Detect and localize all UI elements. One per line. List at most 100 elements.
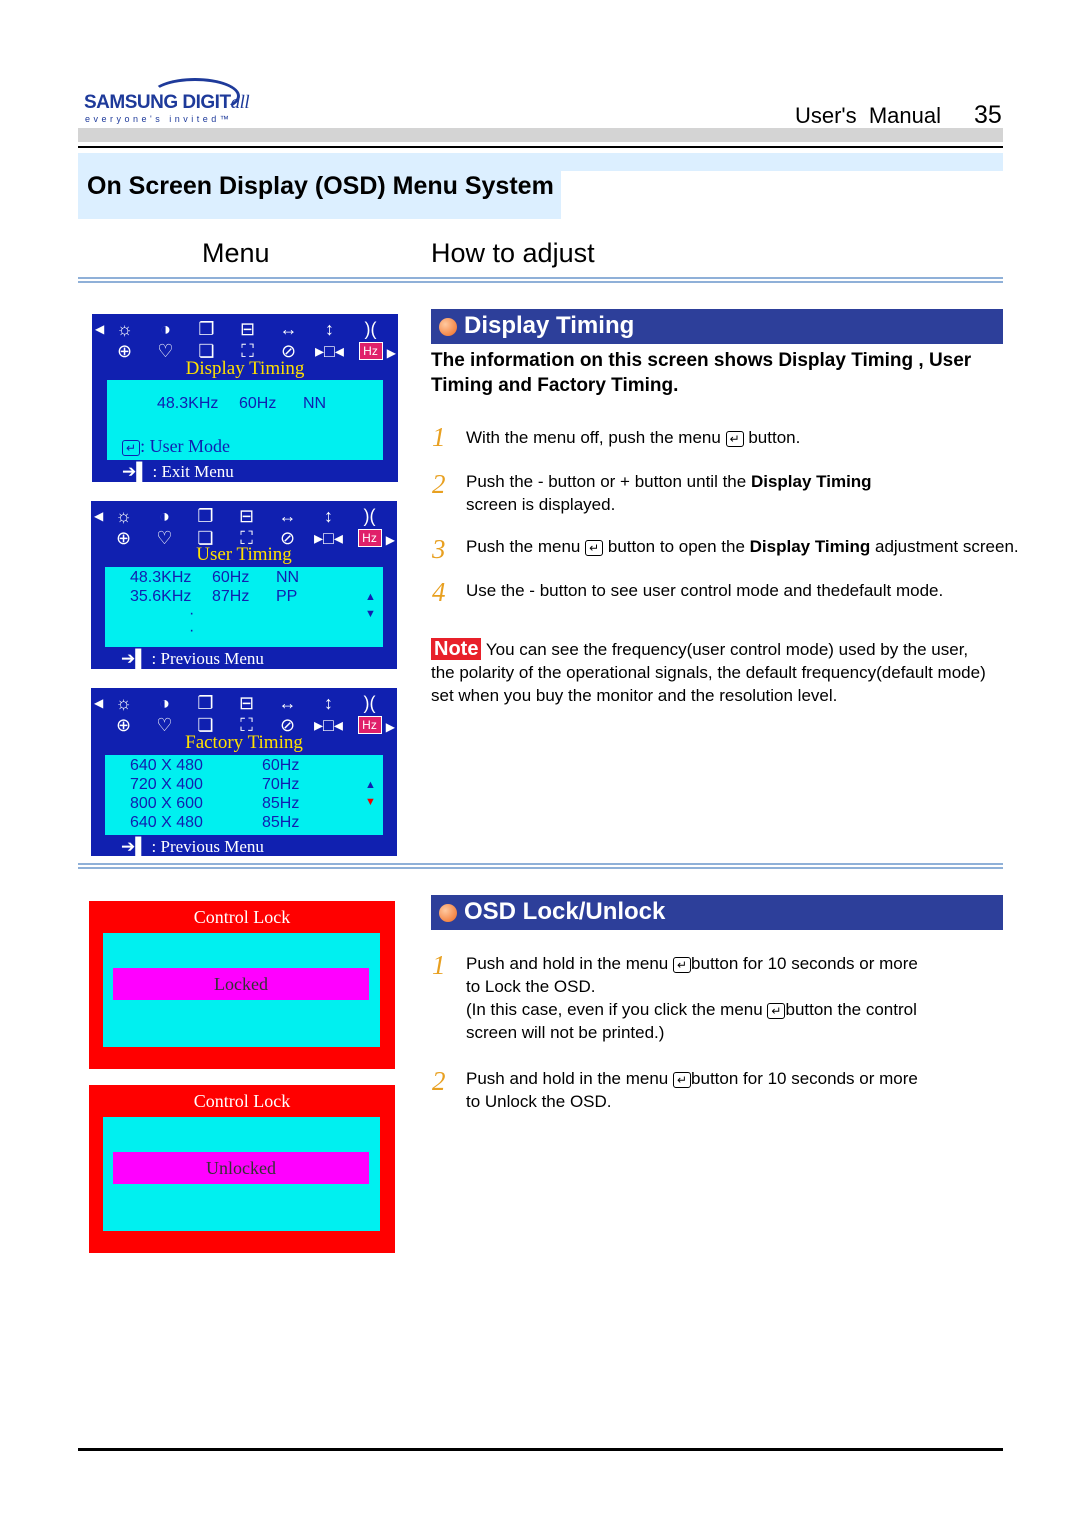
cell: PP bbox=[276, 588, 298, 605]
step-number: 4 bbox=[432, 577, 446, 607]
intro: The information on this screen shows Dis… bbox=[431, 350, 972, 396]
logo-tagline: everyone's invited™ bbox=[85, 114, 233, 124]
cell: 87Hz bbox=[212, 588, 250, 605]
exit-label: : Exit Menu bbox=[152, 462, 234, 481]
cell: 640 X 480 bbox=[130, 814, 203, 831]
divider bbox=[78, 146, 1003, 148]
osd-content: 640 X 480 60Hz 720 X 400 70Hz 800 X 600 … bbox=[105, 755, 383, 835]
bullet-icon bbox=[439, 318, 457, 336]
contrast-icon[interactable]: ◑ bbox=[144, 505, 185, 527]
osd-icon-grid: ☼ ◑ ❐ ⊟ ↔ ↕)(⊕ ♡ ❏ ⛶ ⊘ ▸□◂ Hz bbox=[103, 505, 393, 549]
position-icon[interactable]: ❐ bbox=[185, 505, 226, 527]
pincushion-icon[interactable]: )( bbox=[350, 318, 391, 340]
size-icon[interactable]: ⊟ bbox=[227, 318, 268, 340]
dot: · bbox=[189, 622, 195, 639]
user-mode-label: : User Mode bbox=[140, 436, 231, 456]
h-size-icon[interactable]: ↔ bbox=[267, 505, 308, 527]
step-text: Push the - button or + button until the bbox=[466, 472, 751, 491]
note-text: set when you buy the monitor and the res… bbox=[431, 686, 838, 705]
cell: 800 X 600 bbox=[130, 795, 203, 812]
section-title: Display Timing bbox=[464, 312, 635, 339]
step-text: (In this case, even if you click the men… bbox=[466, 1000, 768, 1019]
brightness-icon[interactable]: ☼ bbox=[103, 692, 144, 714]
exit-icon: ➔▌ bbox=[121, 649, 148, 668]
left-arrow-icon: ◀ bbox=[94, 696, 104, 710]
contrast-icon[interactable]: ◑ bbox=[145, 318, 186, 340]
step-text: button. bbox=[743, 428, 801, 447]
position-icon[interactable]: ❐ bbox=[185, 692, 226, 714]
pincushion-icon[interactable]: )( bbox=[349, 505, 390, 527]
osd-title: Display Timing bbox=[185, 358, 305, 379]
page-title: On Screen Display (OSD) Menu System bbox=[87, 172, 554, 200]
control-lock-locked: Control Lock Locked bbox=[89, 901, 395, 1069]
cell: 720 X 400 bbox=[130, 776, 203, 793]
step-text: button the control bbox=[785, 1000, 917, 1019]
scroll-arrows-icon[interactable]: ▲ ▼ bbox=[365, 777, 376, 811]
left-arrow-icon: ◀ bbox=[94, 509, 104, 523]
cell: 60Hz bbox=[262, 757, 300, 774]
step-number: 2 bbox=[432, 469, 446, 499]
step-number: 2 bbox=[432, 1066, 446, 1096]
section-display-timing: Display Timing bbox=[431, 309, 1003, 344]
size-icon[interactable]: ⊟ bbox=[226, 505, 267, 527]
step-number: 3 bbox=[432, 534, 446, 564]
cell: 85Hz bbox=[262, 814, 300, 831]
step-number: 1 bbox=[432, 950, 446, 980]
pincushion-icon[interactable]: )( bbox=[349, 692, 390, 714]
bullet-icon bbox=[439, 904, 457, 922]
step-text: button to open the bbox=[603, 537, 750, 556]
step-text: With the menu off, push the menu bbox=[466, 428, 726, 447]
step-text: button for 10 seconds or more bbox=[691, 1069, 918, 1088]
step-bold: Display Timing bbox=[750, 472, 872, 491]
osd-title: User Timing bbox=[196, 544, 292, 565]
step-text: Push the menu bbox=[466, 537, 586, 556]
osd-icon-grid: ☼ ◑ ❐ ⊟ ↔ ↕)(⊕ ♡ ❏ ⛶ ⊘ ▸□◂ Hz bbox=[104, 318, 394, 362]
enter-key-icon: ↵ bbox=[122, 439, 141, 456]
cell: 640 X 480 bbox=[130, 757, 203, 774]
step-3: Push the menu ↵ button to open the Displ… bbox=[466, 535, 1019, 558]
header-bar bbox=[78, 128, 1003, 142]
lock-title: Control Lock bbox=[193, 1091, 291, 1111]
polarity: NN bbox=[303, 395, 327, 412]
contrast-icon[interactable]: ◑ bbox=[144, 692, 185, 714]
title-box-tab bbox=[561, 153, 1003, 171]
size-icon[interactable]: ⊟ bbox=[226, 692, 267, 714]
lock-step-1: Push and hold in the menu ↵ button for 10… bbox=[466, 952, 918, 1044]
divider bbox=[78, 277, 1003, 283]
step-bold: Display Timing bbox=[749, 537, 871, 556]
menu-key-icon: ↵ bbox=[585, 539, 604, 556]
step-text: screen is displayed. bbox=[466, 495, 616, 514]
osd-user-timing: ◀ ▶ ☼ ◑ ❐ ⊟ ↔ ↕)(⊕ ♡ ❏ ⛶ ⊘ ▸□◂ Hz User Timing 48.3KH… bbox=[91, 501, 397, 669]
lock-title: Control Lock bbox=[193, 907, 291, 927]
lock-state: Locked bbox=[113, 968, 369, 1000]
v-size-icon[interactable]: ↕ bbox=[308, 505, 349, 527]
note-text: the polarity of the operational signals,… bbox=[431, 663, 986, 682]
previous-menu-label: : Previous Menu bbox=[151, 649, 264, 668]
menu-key-icon: ↵ bbox=[672, 956, 692, 973]
exit-icon: ➔▌ bbox=[121, 837, 148, 856]
column-menu: Menu bbox=[202, 238, 270, 268]
osd-display-timing: ◀ ▶ ☼ ◑ ❐ ⊟ ↔ ↕)(⊕ ♡ ❏ ⛶ ⊘ ▸□◂ Hz Display Timing 48.… bbox=[92, 314, 398, 482]
step-4: Use the - button to see user control mod… bbox=[466, 581, 944, 600]
brightness-icon[interactable]: ☼ bbox=[103, 505, 144, 527]
scroll-arrows-icon[interactable]: ▲ ▼ bbox=[365, 589, 376, 623]
cell: 35.6KHz bbox=[130, 588, 192, 605]
control-lock-unlocked: Control Lock Unlocked bbox=[89, 1085, 395, 1253]
v-size-icon[interactable]: ↕ bbox=[308, 692, 349, 714]
v-size-icon[interactable]: ↕ bbox=[309, 318, 350, 340]
position-icon[interactable]: ❐ bbox=[186, 318, 227, 340]
step-1: With the menu off, push the menu ↵ butto… bbox=[466, 426, 800, 449]
step-text: Push and hold in the menu bbox=[466, 954, 673, 973]
cell: 60Hz bbox=[212, 569, 250, 586]
menu-key-icon: ↵ bbox=[725, 430, 744, 447]
cell: 70Hz bbox=[262, 776, 300, 793]
step-text: to Lock the OSD. bbox=[466, 977, 596, 996]
menu-key-icon: ↵ bbox=[767, 1002, 786, 1019]
osd-content: 48.3KHz 60Hz NN ↵: User Mode bbox=[107, 380, 383, 460]
brightness-icon[interactable]: ☼ bbox=[104, 318, 145, 340]
h-size-icon[interactable]: ↔ bbox=[268, 318, 309, 340]
cell: 48.3KHz bbox=[130, 569, 192, 586]
osd-title: Factory Timing bbox=[185, 732, 303, 753]
h-size-icon[interactable]: ↔ bbox=[267, 692, 308, 714]
step-text: button for 10 seconds or more bbox=[691, 954, 918, 973]
